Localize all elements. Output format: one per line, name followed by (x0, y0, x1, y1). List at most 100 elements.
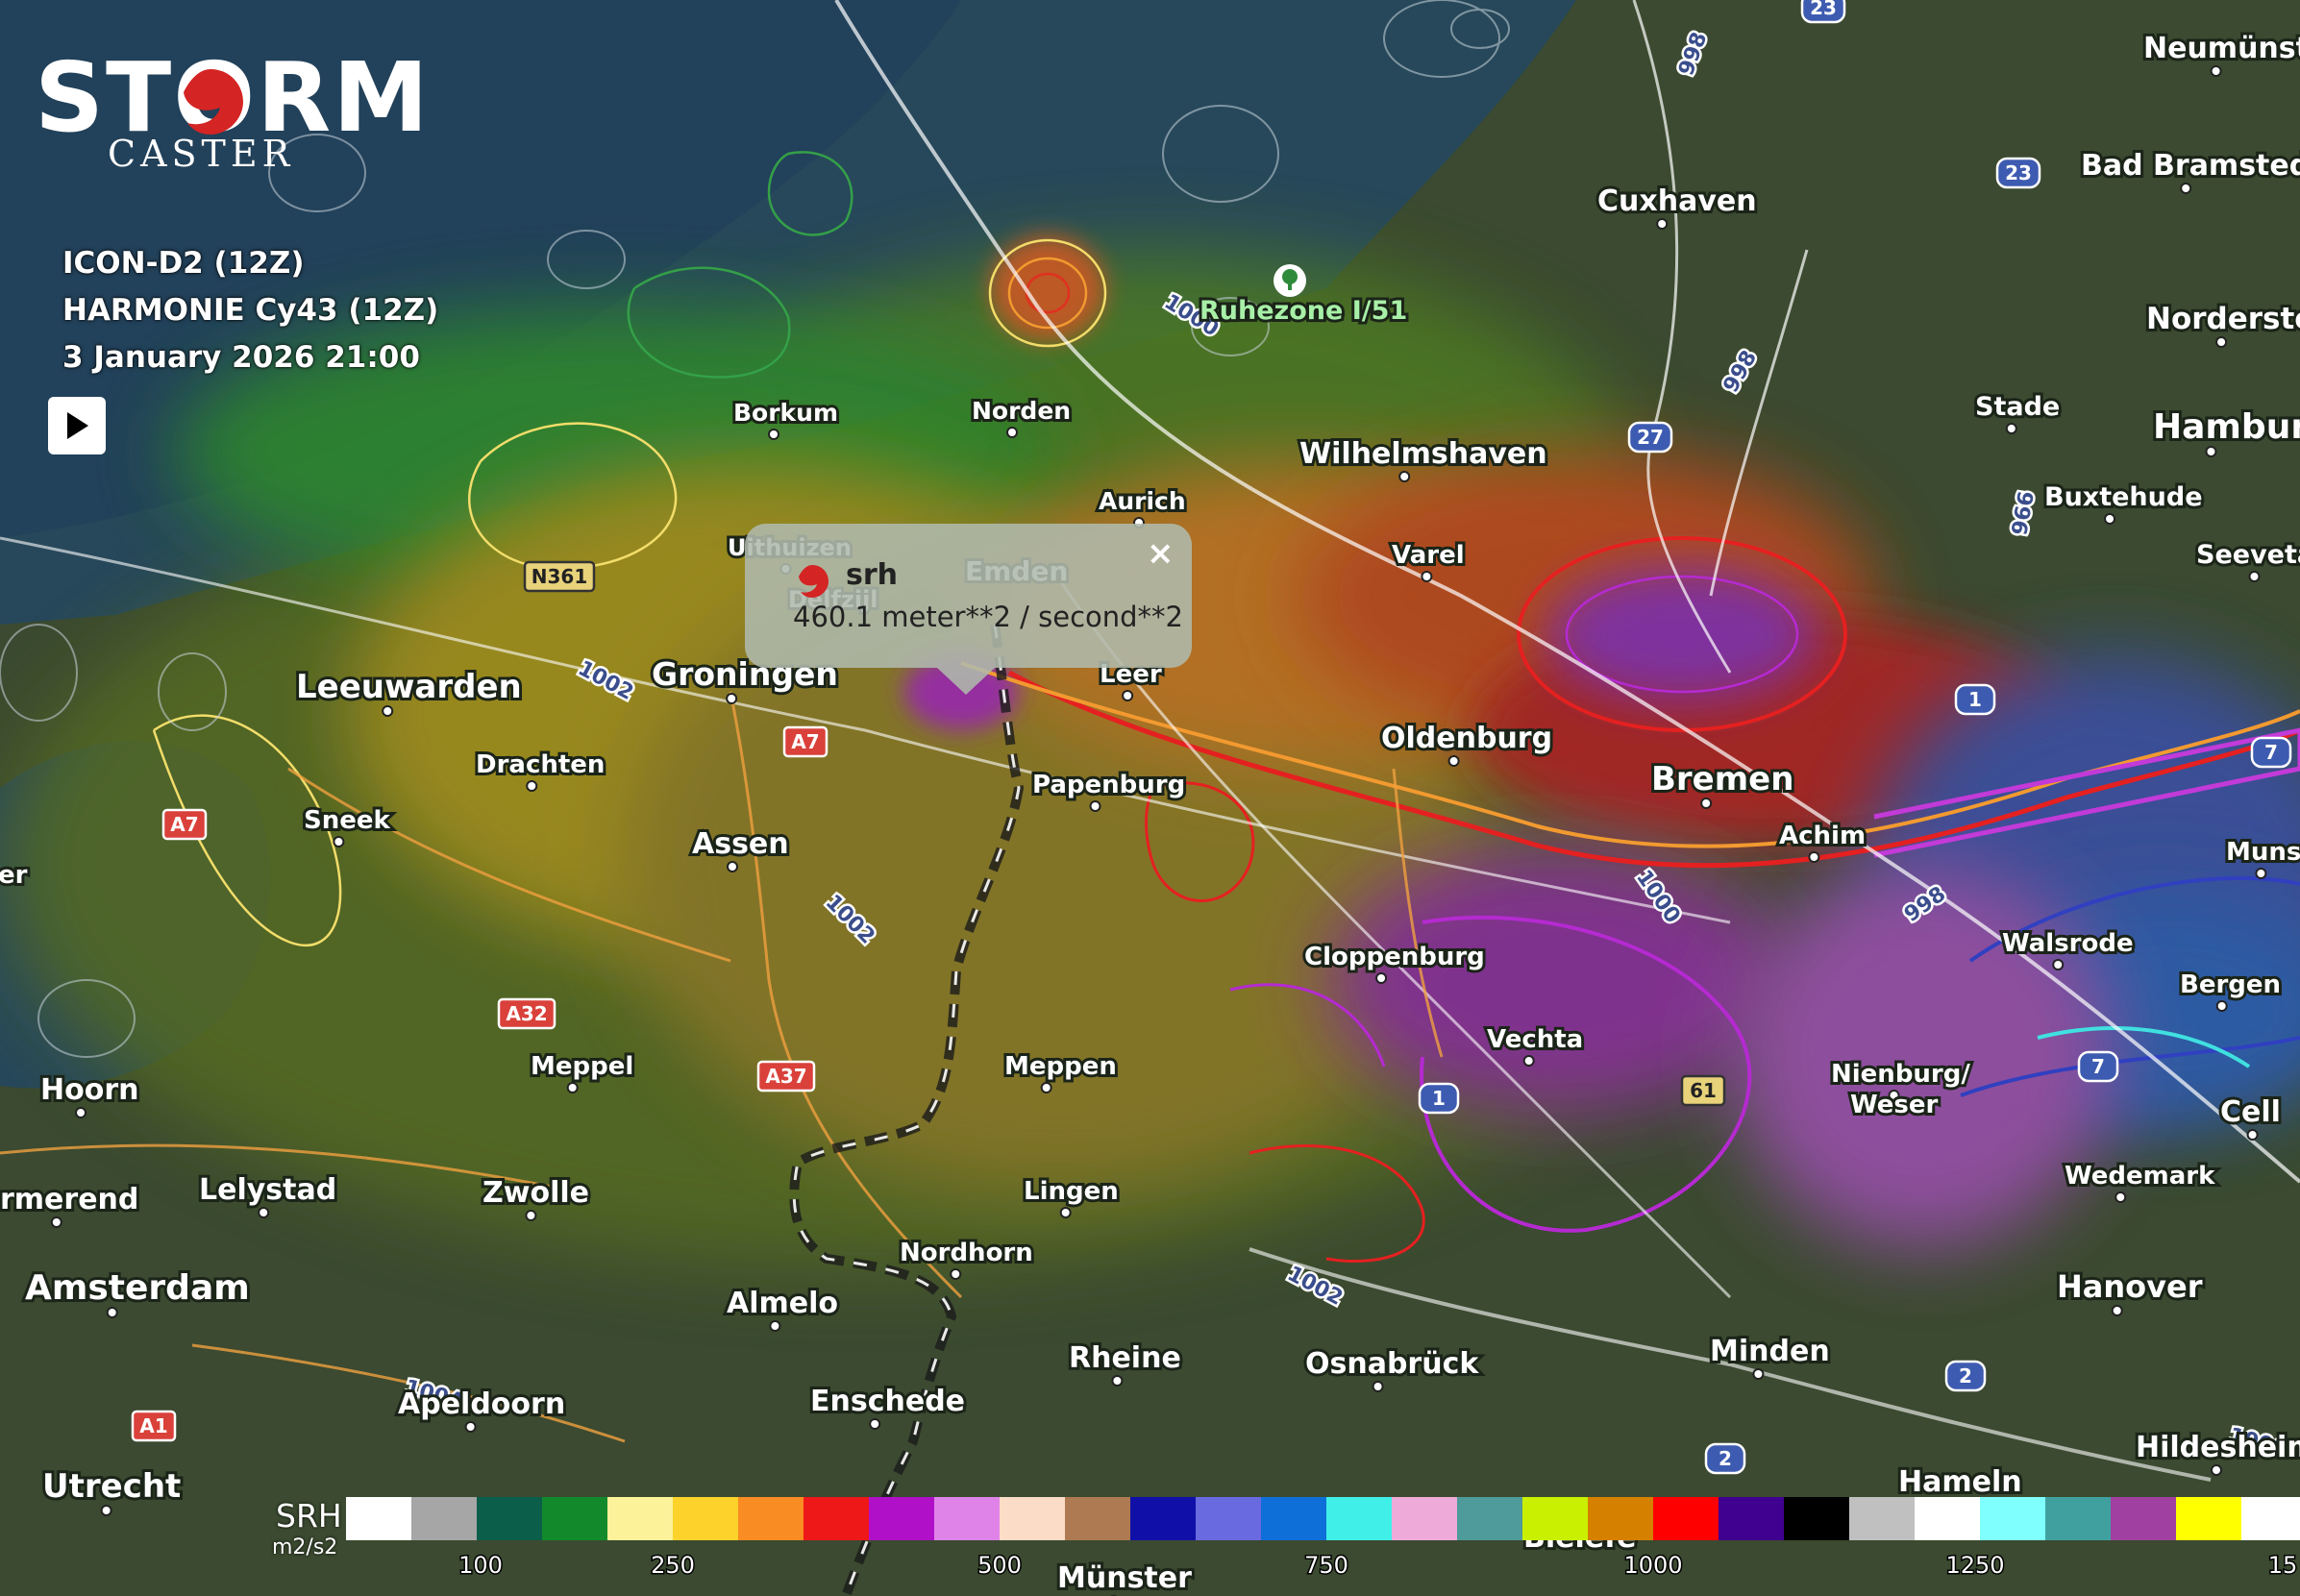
city-er: er (0, 858, 31, 893)
city-dot (1006, 427, 1018, 438)
stormcaster-marker-icon (799, 565, 828, 598)
city-name: Vechta (1487, 1025, 1583, 1054)
play-button[interactable] (48, 397, 106, 454)
city-name: Minden (1710, 1335, 1830, 1368)
city-dot (2111, 1305, 2123, 1316)
city-dot (869, 1418, 881, 1430)
legend-swatch (804, 1497, 870, 1540)
legend-swatch (1261, 1497, 1327, 1540)
road-shield: 1 (1954, 683, 1996, 716)
color-legend: 100 250 500 750 1000 1250 15 (346, 1497, 2300, 1581)
road-shield-label: A1 (139, 1414, 167, 1437)
city-dot (2104, 513, 2116, 525)
city-dot (1808, 851, 1820, 863)
legend-swatch (1196, 1497, 1262, 1540)
road-shield-label: 7 (2264, 741, 2278, 764)
legend-tick-label: 1000 (1623, 1552, 1682, 1579)
road-shield-label: A37 (765, 1065, 806, 1088)
legend-swatch (2241, 1497, 2300, 1540)
road-shield: A37 (756, 1060, 816, 1093)
city-dot (1700, 798, 1713, 809)
city-dot (2210, 65, 2222, 77)
city-dot (258, 1207, 270, 1218)
city-dot (768, 429, 779, 440)
city-dot (727, 861, 738, 872)
legend-swatch (869, 1497, 935, 1540)
city-name: Neumünste (2143, 32, 2300, 65)
model-line-2: HARMONIE Cy43 (12Z) (62, 293, 439, 328)
road-shield: 2 (1704, 1442, 1746, 1475)
legend-tick-label: 250 (651, 1552, 695, 1579)
legend-tick-label: 500 (977, 1552, 1022, 1579)
map-viewer[interactable]: 998 998 1000 966 1002 1002 1000 998 1002 1004 1000… (0, 0, 2300, 1596)
legend-swatch (1326, 1497, 1393, 1540)
city-dot (1059, 1207, 1072, 1218)
city-name: Osnabrück (1305, 1347, 1479, 1381)
legend-swatch (934, 1497, 1001, 1540)
city-dot (333, 836, 345, 847)
close-icon[interactable]: × (1147, 537, 1175, 570)
legend-tick-label: 1250 (1945, 1552, 2004, 1579)
legend-swatch (607, 1497, 674, 1540)
legend-tick-label: 750 (1304, 1552, 1348, 1579)
city-dot (2211, 1464, 2222, 1476)
city-dot (1421, 571, 1433, 582)
road-shield-label: A7 (791, 730, 819, 753)
legend-swatch (1915, 1497, 1981, 1540)
road-shield-label: 23 (1810, 0, 1837, 19)
city-name: Hildesheim (2136, 1431, 2300, 1464)
popup-variable: srh (846, 558, 899, 592)
legend-swatch (1065, 1497, 1131, 1540)
road-shield: 61 (1680, 1074, 1726, 1107)
road-shield: 27 (1627, 421, 1673, 454)
city-dot (1111, 1375, 1124, 1387)
city-dot (1447, 755, 1460, 767)
legend-swatch (1849, 1497, 1916, 1540)
road-shield: 1 (1418, 1082, 1460, 1115)
legend-swatch (1719, 1497, 1785, 1540)
city-dot (950, 1268, 962, 1280)
city-name: Meppel (531, 1052, 633, 1081)
road-shield-label: 61 (1690, 1079, 1717, 1102)
legend-swatch (1588, 1497, 1654, 1540)
city-dot (1372, 1381, 1384, 1392)
city-name: Sneek (304, 806, 391, 835)
city-dot (106, 1307, 118, 1318)
road-shield-label: 1 (1968, 688, 1982, 711)
city-name: Munst (2226, 838, 2300, 867)
road-shield-label: 7 (2091, 1055, 2105, 1078)
legend-swatch (1653, 1497, 1719, 1540)
city-name: Enschede (810, 1385, 965, 1418)
city-dot (2052, 959, 2065, 970)
road-shield: 2 (1944, 1360, 1987, 1392)
city-name: Leeuwarden (296, 668, 522, 706)
city-name: Wilhelmshaven (1299, 437, 1547, 471)
city-dot (2005, 423, 2017, 434)
city-name: Utrecht (42, 1467, 181, 1506)
city-dot (526, 780, 538, 792)
city-name: Cloppenburg (1304, 943, 1485, 971)
city-name: Nienburg/ (1831, 1060, 1970, 1089)
road-shield-label: 23 (2005, 161, 2032, 184)
legend-swatch (2176, 1497, 2242, 1540)
city-name: Achim (1779, 822, 1866, 850)
city-dot (1398, 471, 1411, 482)
legend-swatch (673, 1497, 739, 1540)
city-dot (769, 1320, 781, 1332)
city-name: Weser (1850, 1091, 1938, 1119)
road-shield-label: A32 (506, 1002, 547, 1025)
tree-icon (1274, 264, 1306, 297)
road-shield: 7 (2250, 736, 2292, 769)
storm-swirl-icon (184, 69, 243, 135)
legend-tick-label: 15 (2268, 1552, 2298, 1579)
city-dot (1375, 972, 1388, 984)
legend-swatch (1980, 1497, 2046, 1540)
city-name: Almelo (727, 1287, 838, 1320)
city-dot (2215, 336, 2228, 348)
city-name: Lingen (1024, 1177, 1119, 1206)
city-name: Drachten (476, 750, 605, 779)
road-shield-label: 2 (1959, 1364, 1972, 1387)
city-name: Norderste (2146, 302, 2300, 336)
road-shield: A7 (782, 725, 828, 758)
legend-swatch (1392, 1497, 1458, 1540)
